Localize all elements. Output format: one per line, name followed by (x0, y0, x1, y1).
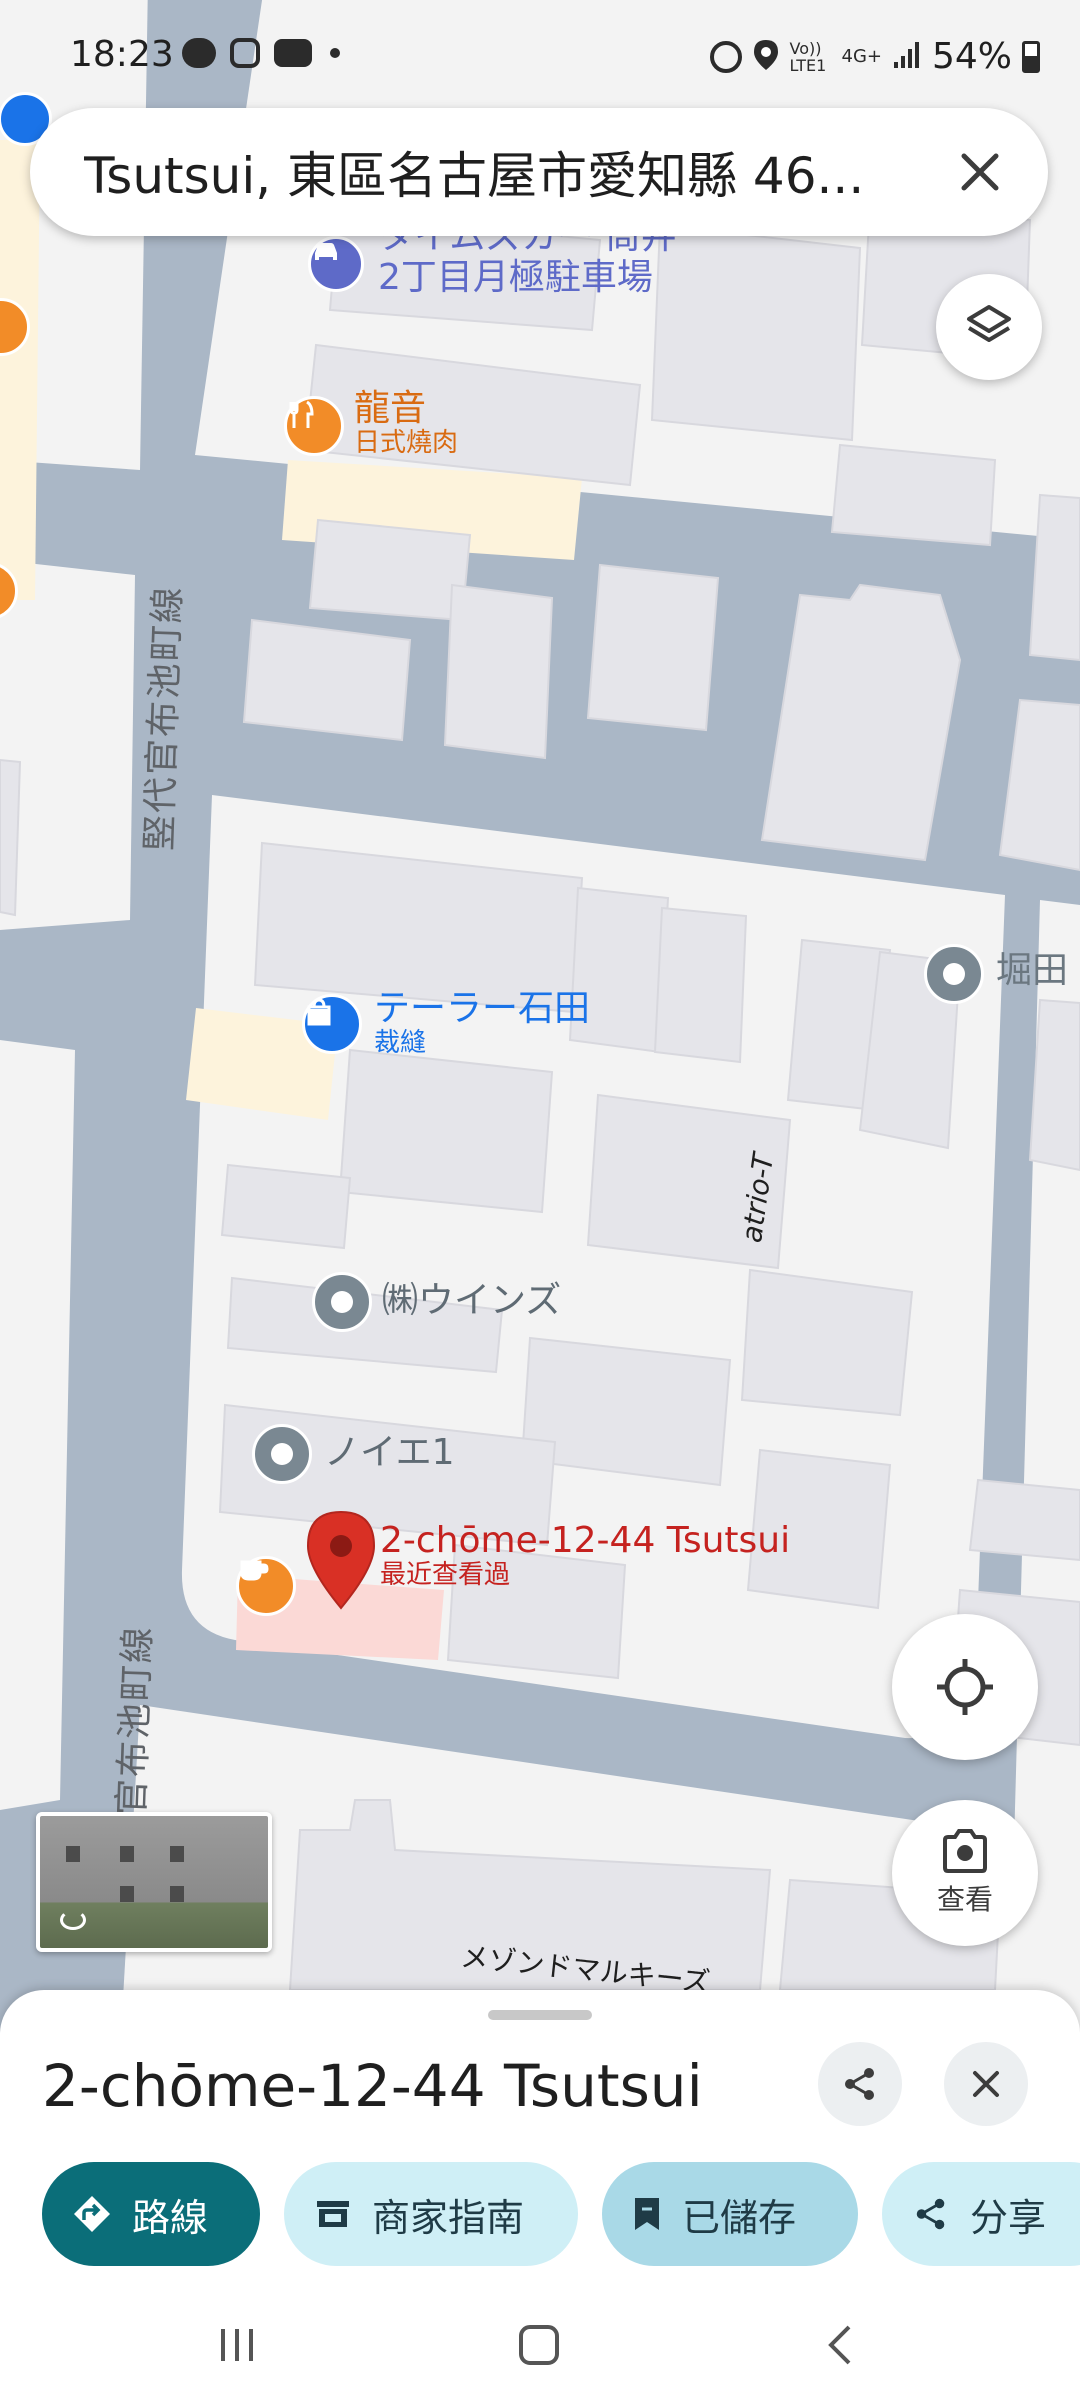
notification-icons (182, 38, 340, 68)
search-clear-button[interactable] (954, 146, 1006, 198)
poi-noie-name: ノイエ1 (324, 1432, 455, 1473)
status-time: 18:23 (70, 34, 174, 75)
street-view-360-icon (60, 1910, 86, 1930)
commercial-area (0, 140, 40, 600)
shopping-bag-icon (302, 994, 362, 1054)
share-chip-button[interactable]: 分享 (882, 2162, 1080, 2266)
poi-tailor-category: 裁縫 (374, 1028, 427, 1059)
my-location-button[interactable] (892, 1614, 1038, 1760)
poi-wins-name: ㈱ウインズ (382, 1280, 562, 1321)
system-nav-bar (0, 2290, 1080, 2400)
city-block (0, 560, 135, 930)
poi-ryuon-category: 日式燒肉 (354, 428, 459, 459)
red-marker-icon (306, 1510, 376, 1610)
instagram-icon (230, 38, 260, 68)
system-icons: Vo)) LTE1 4G+ 54% (709, 36, 1040, 77)
street-view-thumbnail[interactable] (36, 1812, 272, 1952)
camera-lens-icon (943, 1829, 987, 1873)
lens-label: 查看 (936, 1883, 993, 1916)
place-title: 2-chōme-12-44 Tsutsui (42, 2052, 703, 2120)
back-icon (828, 2325, 851, 2365)
layers-button[interactable] (936, 274, 1042, 380)
battery-percent: 54% (931, 36, 1012, 77)
location-icon (752, 38, 780, 76)
pin-icon (252, 1424, 312, 1484)
recent-apps-icon (221, 2329, 253, 2361)
directions-label: 路線 (132, 2195, 209, 2240)
poi-horita-name: 堀田 (996, 950, 1069, 991)
saved-button[interactable]: 已儲存 (602, 2162, 858, 2266)
bookmark-icon (635, 2198, 659, 2230)
recent-apps-button[interactable] (192, 2310, 282, 2380)
share-icon (916, 2198, 945, 2230)
signal-icon (892, 40, 922, 74)
alarm-icon (709, 40, 742, 73)
poi-ryuon-name: 龍音 (354, 388, 427, 429)
poi-parking-name-2: 2丁目月極駐車場 (378, 257, 653, 299)
cafe-icon[interactable] (236, 1556, 296, 1616)
parking-car-icon (308, 236, 364, 292)
crosshair-icon (937, 1659, 993, 1715)
share-button[interactable] (818, 2042, 902, 2126)
close-sheet-button[interactable] (944, 2042, 1028, 2126)
directions-icon (74, 2196, 110, 2232)
merchant-guide-button[interactable]: 商家指南 (284, 2162, 578, 2266)
road-label: 竪代官布池町線 (138, 584, 190, 852)
directions-button[interactable]: 路線 (42, 2162, 260, 2266)
sheet-drag-handle[interactable] (488, 2010, 592, 2020)
merchant-guide-label: 商家指南 (372, 2195, 525, 2240)
youtube-icon (274, 39, 312, 67)
battery-icon (1022, 40, 1040, 73)
close-icon (973, 2071, 999, 2097)
line-icon (182, 38, 216, 68)
action-chips: 路線 商家指南 已儲存 分享 (42, 2162, 1080, 2266)
pin-icon (924, 944, 984, 1004)
home-button[interactable] (494, 2310, 584, 2380)
home-icon (519, 2325, 559, 2365)
volte-icon: Vo)) LTE1 (789, 38, 827, 75)
dot-icon (330, 48, 340, 58)
selected-place-name: 2-chōme-12-44 Tsutsui (380, 1520, 791, 1561)
search-bar[interactable]: Tsutsui, 東區名古屋市愛知縣 46... (30, 108, 1048, 236)
storefront-icon (317, 2201, 349, 2227)
restaurant-icon (284, 396, 344, 456)
saved-label: 已儲存 (682, 2195, 797, 2240)
search-query[interactable]: Tsutsui, 東區名古屋市愛知縣 46... (84, 136, 924, 208)
4g-icon: 4G+ (841, 46, 882, 67)
selected-place-subtitle: 最近查看過 (380, 1560, 511, 1591)
layers-icon (967, 305, 1011, 342)
close-icon (961, 153, 999, 191)
poi-tailor-name: テーラー石田 (374, 988, 591, 1029)
back-button[interactable] (796, 2310, 886, 2380)
pin-icon (312, 1272, 372, 1332)
status-bar: 18:23 Vo)) LTE1 4G+ 54% (0, 0, 1080, 120)
lens-button[interactable]: 查看 (892, 1800, 1038, 1946)
share-label: 分享 (970, 2195, 1047, 2240)
share-icon (845, 2068, 874, 2100)
